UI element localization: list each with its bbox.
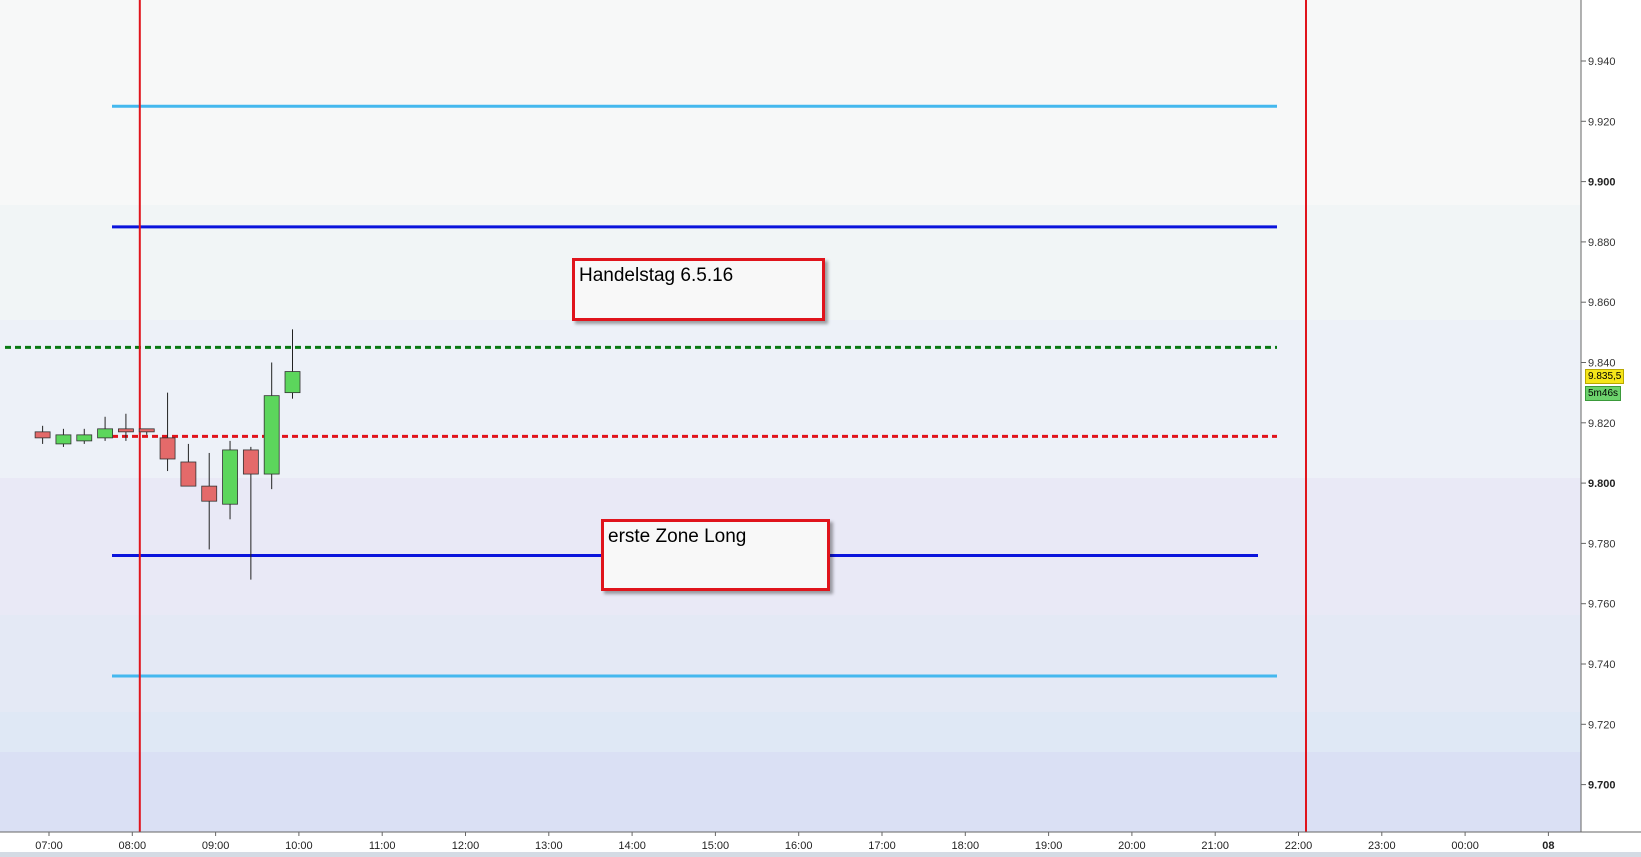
y-tick-label: 9.720 xyxy=(1588,719,1616,731)
y-tick-label: 9.940 xyxy=(1588,56,1616,68)
bottom-strip xyxy=(0,852,1641,857)
bg-band xyxy=(0,752,1581,832)
y-tick-label: 9.900 xyxy=(1588,177,1616,189)
annotation-handelstag[interactable]: Handelstag 6.5.16 xyxy=(572,258,825,321)
x-tick-label: 15:00 xyxy=(702,840,730,852)
candle-body[interactable] xyxy=(242,449,259,475)
x-tick-label: 17:00 xyxy=(868,840,896,852)
annotation-erste-zone-text: erste Zone Long xyxy=(608,526,747,547)
candle-body[interactable] xyxy=(138,428,155,433)
x-tick-label: 22:00 xyxy=(1285,840,1313,852)
x-tick-label: 00:00 xyxy=(1451,840,1479,852)
chart-background xyxy=(0,0,1641,857)
y-tick-label: 9.920 xyxy=(1588,116,1616,128)
countdown-label: 5m46s xyxy=(1588,388,1619,399)
chart-area[interactable]: 9.940 9.920 9.900 9.880 9.860 9.840 9.820 9.800… xyxy=(0,0,1641,857)
y-tick-label: 9.840 xyxy=(1588,358,1616,370)
y-tick-label: 9.800 xyxy=(1588,478,1616,490)
candle-body[interactable] xyxy=(118,428,134,433)
candle-body[interactable] xyxy=(201,485,218,502)
candle-body[interactable] xyxy=(76,434,93,442)
x-tick-label: 18:00 xyxy=(952,840,980,852)
x-tick-label: 23:00 xyxy=(1368,840,1396,852)
y-tick-label: 9.700 xyxy=(1588,780,1616,792)
x-tick-label: 07:00 xyxy=(35,840,63,852)
candle-body[interactable] xyxy=(159,437,176,460)
y-tick-label: 9.740 xyxy=(1588,659,1616,671)
candle-body[interactable] xyxy=(97,428,113,439)
x-tick-label: 09:00 xyxy=(202,840,230,852)
current-price-tag: 9.835,5 xyxy=(1585,369,1625,384)
x-tick-label: 13:00 xyxy=(535,840,563,852)
candle-body[interactable] xyxy=(284,371,301,394)
x-tick-label: 20:00 xyxy=(1118,840,1146,852)
x-tick-label: 14:00 xyxy=(618,840,646,852)
x-tick-label: 16:00 xyxy=(785,840,813,852)
bg-band xyxy=(0,0,1581,205)
x-tick-label: 10:00 xyxy=(285,840,313,852)
x-tick-label: 19:00 xyxy=(1035,840,1063,852)
x-tick-label: 11:00 xyxy=(369,840,396,852)
y-tick-label: 9.860 xyxy=(1588,297,1616,309)
current-price-label: 9.835,5 xyxy=(1588,371,1622,382)
bg-band xyxy=(0,615,1581,712)
bg-band xyxy=(0,712,1581,752)
y-tick-label: 9.820 xyxy=(1588,418,1616,430)
chart-svg[interactable]: 9.940 9.920 9.900 9.880 9.860 9.840 9.820 9.800… xyxy=(0,0,1641,857)
candle-body[interactable] xyxy=(263,395,280,475)
y-tick-label: 9.760 xyxy=(1588,599,1616,611)
x-tick-label: 08 xyxy=(1542,840,1554,852)
candle-body[interactable] xyxy=(34,431,51,439)
candle-body[interactable] xyxy=(180,461,197,487)
x-tick-label: 08:00 xyxy=(119,840,147,852)
y-tick-label: 9.780 xyxy=(1588,538,1616,550)
y-tick-label: 9.880 xyxy=(1588,237,1616,249)
x-tick-label: 12:00 xyxy=(452,840,480,852)
countdown-tag: 5m46s xyxy=(1585,386,1622,401)
candle-body[interactable] xyxy=(55,434,72,445)
annotation-handelstag-text: Handelstag 6.5.16 xyxy=(579,265,734,286)
annotation-erste-zone[interactable]: erste Zone Long xyxy=(601,519,830,591)
x-tick-label: 21:00 xyxy=(1201,840,1229,852)
candle-body[interactable] xyxy=(222,449,238,505)
